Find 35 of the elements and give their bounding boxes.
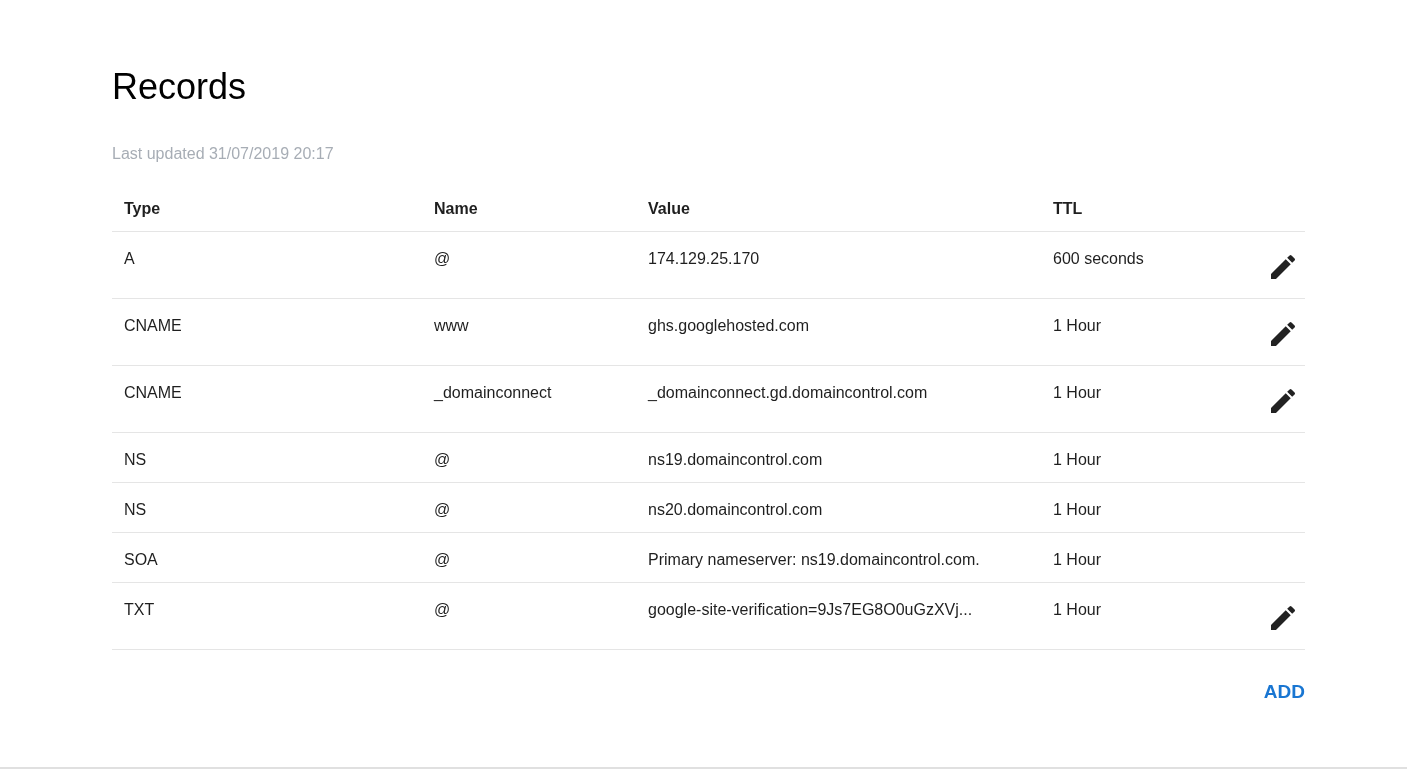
table-cell: 1 Hour [1053, 317, 1102, 334]
table-cell: NS [124, 501, 147, 518]
table-cell: 1 Hour [1053, 451, 1102, 468]
table-cell: ns20.domaincontrol.com [648, 501, 823, 518]
table-cell: 1 Hour [1053, 601, 1102, 618]
table-cell: TXT [124, 601, 155, 618]
table-cell: ns19.domaincontrol.com [648, 451, 823, 468]
table-cell: _domainconnect [434, 384, 552, 401]
table-cell: @ [434, 451, 451, 468]
table-cell: @ [434, 551, 451, 568]
table-cell: A [124, 250, 135, 267]
table-cell: @ [434, 601, 451, 618]
table-cell: Primary nameserver: ns19.domaincontrol.com. [648, 551, 980, 568]
add-button[interactable]: ADD [1263, 680, 1305, 704]
table-cell: 1 Hour [1053, 551, 1102, 568]
column-header: Name [434, 199, 478, 217]
table-cell: _domainconnect.gd.domaincontrol.com [648, 384, 928, 401]
table-cell: CNAME [124, 384, 182, 401]
column-header: Value [648, 199, 690, 217]
table-cell: 600 seconds [1053, 250, 1144, 267]
table-cell: www [434, 317, 469, 334]
table-cell: 1 Hour [1053, 501, 1102, 518]
table-cell: CNAME [124, 317, 182, 334]
table-cell: 174.129.25.170 [648, 250, 760, 267]
table-cell: google-site-verification=9Js7EG8O0uGzXVj... [648, 601, 973, 618]
table-cell: NS [124, 451, 147, 468]
page-title: Records [112, 65, 247, 109]
table-cell: @ [434, 250, 451, 267]
table-cell: 1 Hour [1053, 384, 1102, 401]
table-cell: ghs.googlehosted.com [648, 317, 809, 334]
table-cell: @ [434, 501, 451, 518]
column-header: TTL [1053, 199, 1083, 217]
column-header: Type [124, 199, 161, 217]
last-updated-text: Last updated 31/07/2019 20:17 [112, 145, 334, 162]
table-cell: SOA [124, 551, 158, 568]
